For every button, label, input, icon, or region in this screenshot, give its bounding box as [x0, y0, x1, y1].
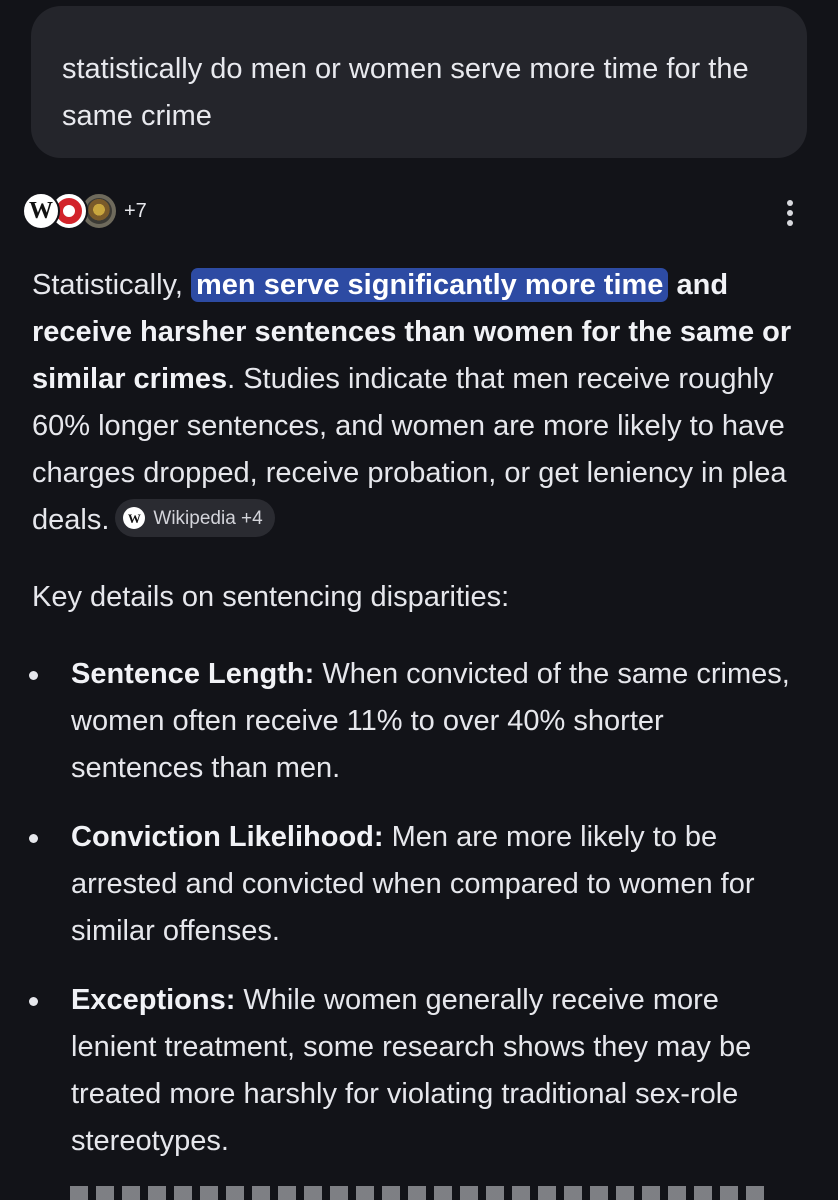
- answer-intro: Statistically,: [32, 269, 192, 301]
- query-bubble: statistically do men or women serve more…: [31, 6, 807, 158]
- wikipedia-icon: W: [22, 192, 60, 230]
- bullet-dot: [29, 997, 38, 1006]
- bullet-dot: [29, 671, 38, 680]
- bullet-title: Exceptions:: [71, 984, 236, 1016]
- wikipedia-glyph: W: [29, 198, 53, 224]
- citation-chip[interactable]: W Wikipedia +4: [115, 499, 275, 538]
- more-options-icon[interactable]: [776, 196, 804, 230]
- sources-count[interactable]: +7: [124, 200, 147, 223]
- citation-label: Wikipedia +4: [153, 507, 263, 529]
- details-heading: Key details on sentencing disparities:: [32, 581, 510, 613]
- list-item: Sentence Length: When convicted of the s…: [0, 651, 838, 792]
- list-item: Conviction Likelihood: Men are more like…: [0, 814, 838, 955]
- source-favicons[interactable]: W: [22, 190, 122, 234]
- answer-paragraph: Statistically, men serve significantly m…: [32, 262, 814, 544]
- bullet-title: Conviction Likelihood:: [71, 821, 384, 853]
- query-text: statistically do men or women serve more…: [62, 53, 749, 132]
- answer-highlight: men serve significantly more time: [191, 268, 669, 302]
- bullet-dot: [29, 834, 38, 843]
- list-item: Exceptions: While women generally receiv…: [0, 977, 838, 1165]
- sources-row[interactable]: W +7: [22, 190, 147, 234]
- wikipedia-icon: W: [123, 507, 146, 530]
- bullet-title: Sentence Length:: [71, 658, 315, 690]
- details-list: Sentence Length: When convicted of the s…: [0, 651, 838, 1187]
- cut-off-text-line: [70, 1186, 770, 1200]
